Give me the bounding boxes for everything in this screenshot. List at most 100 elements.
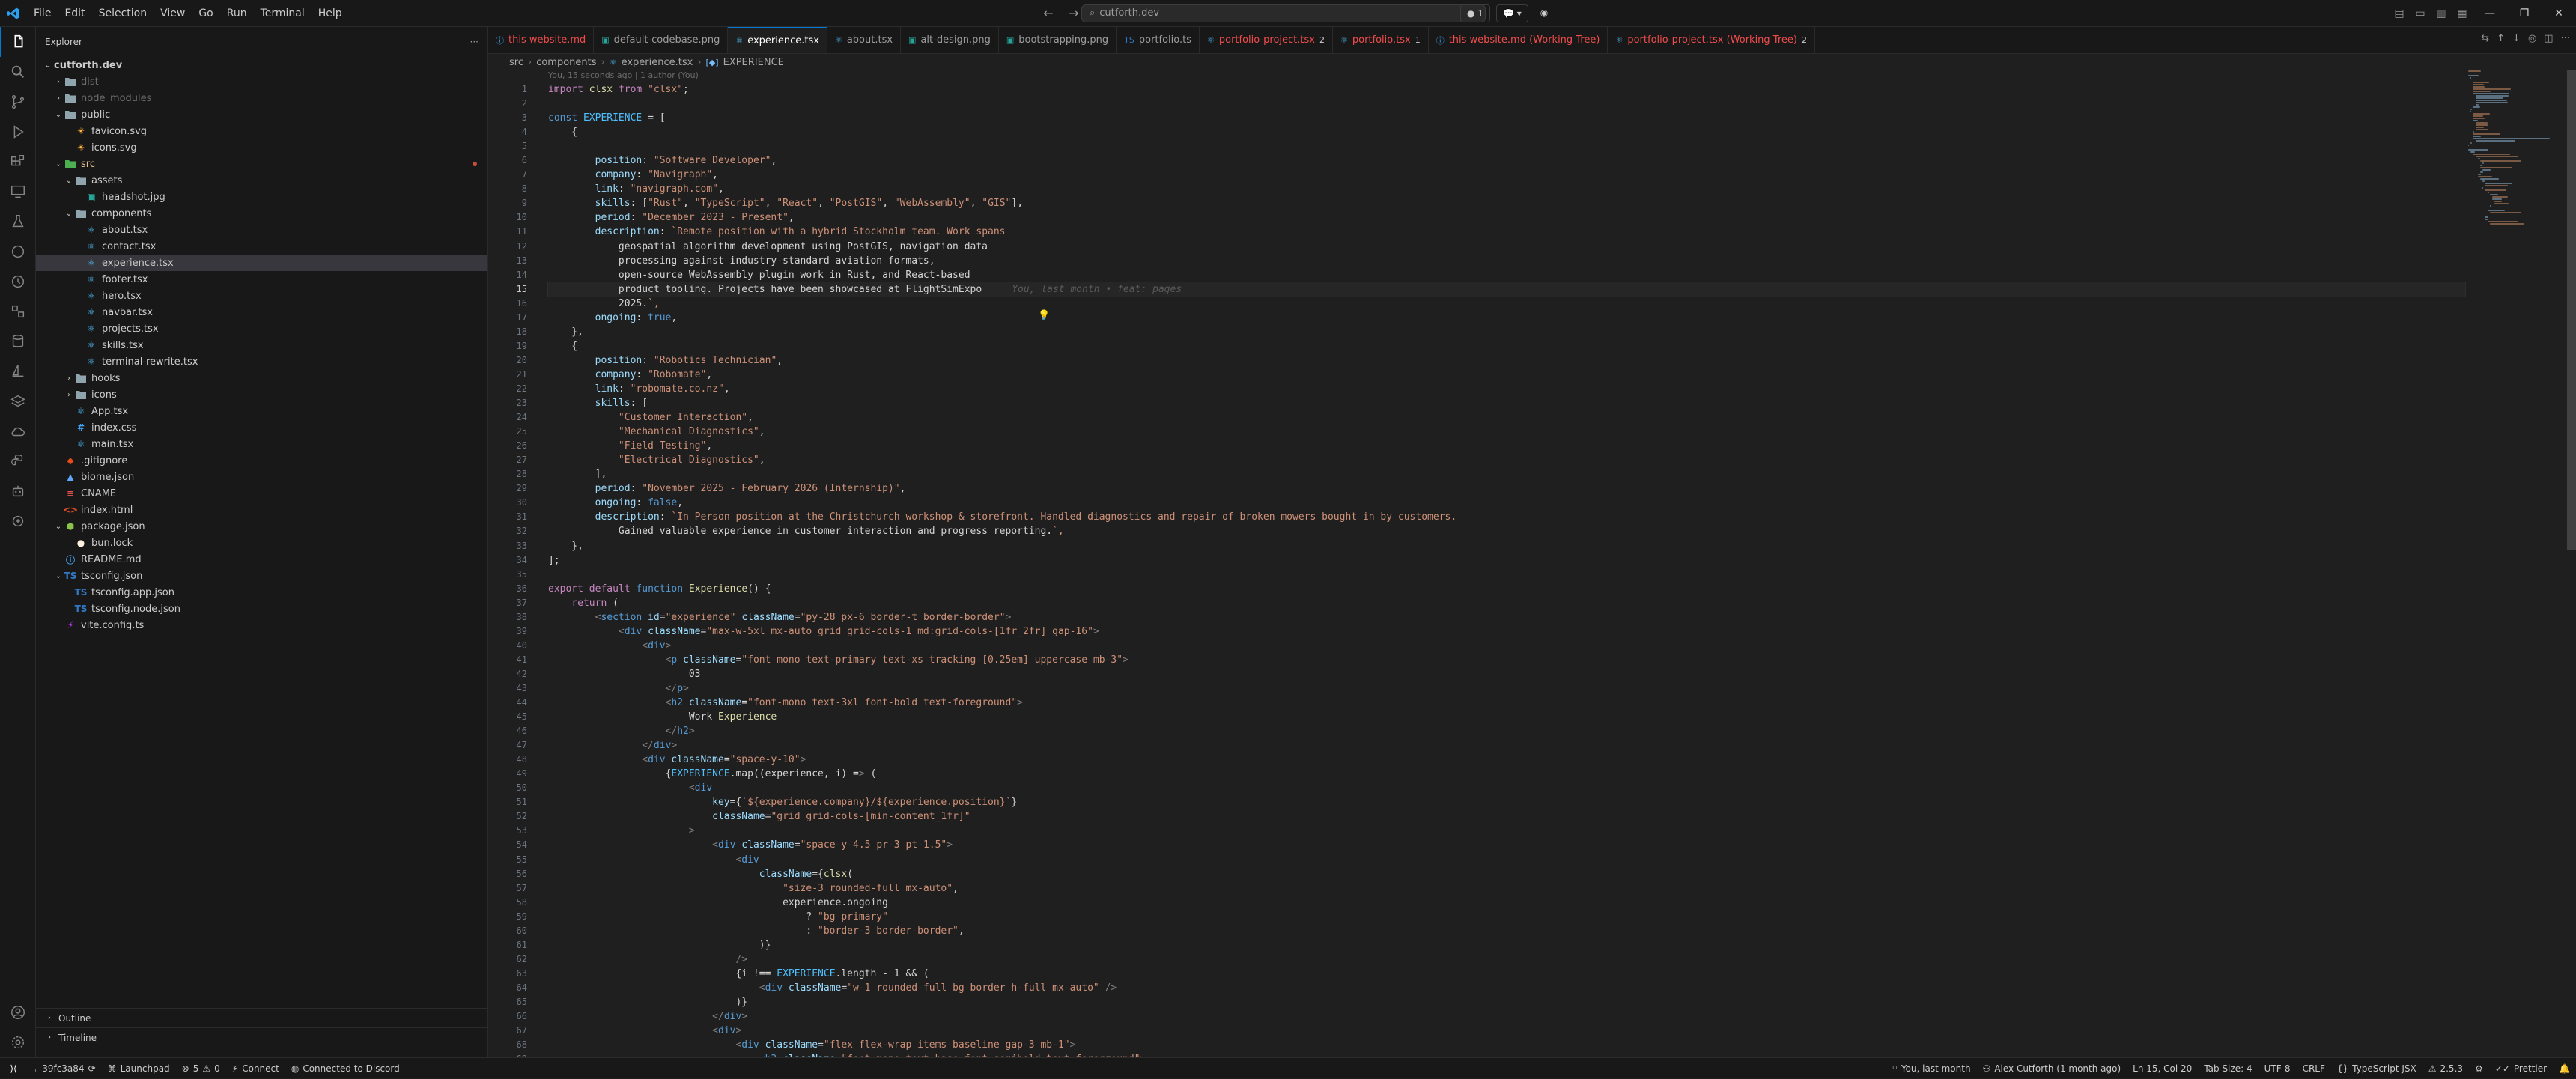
code-line[interactable]: <div className="w-1 rounded-full bg-bord… (548, 981, 2465, 995)
tree-item[interactable]: ⚛ navbar.tsx (36, 304, 487, 320)
tree-item[interactable]: ▣ headshot.jpg (36, 189, 487, 205)
more-actions-icon[interactable]: ··· (470, 37, 479, 47)
tree-item[interactable]: TS tsconfig.node.json (36, 601, 487, 617)
code-line[interactable]: Gained valuable experience in customer i… (548, 524, 2465, 538)
tab-alt-design-png[interactable]: ▣ alt-design.png (901, 27, 999, 53)
copilot-icon[interactable]: ◉ (1534, 4, 1554, 22)
end-of-line[interactable]: CRLF (2297, 1063, 2331, 1074)
code-line[interactable]: </h2> (548, 724, 2465, 738)
code-line[interactable]: processing against industry-standard avi… (548, 254, 2465, 268)
code-line[interactable]: {i !== EXPERIENCE.length - 1 && ( (548, 967, 2465, 981)
tree-item[interactable]: ☀ icons.svg (36, 139, 487, 156)
code-line[interactable]: description: `Remote position with a hyb… (548, 225, 2465, 239)
tree-item[interactable]: TS tsconfig.app.json (36, 584, 487, 601)
workspace-root[interactable]: ⌄ cutforth.dev (36, 57, 487, 73)
tree-item[interactable]: ⚛ skills.tsx (36, 337, 487, 353)
close-window-button[interactable]: ✕ (2542, 0, 2576, 27)
tree-item[interactable]: ⚛ contact.tsx (36, 238, 487, 255)
tree-item[interactable]: ☀ favicon.svg (36, 123, 487, 139)
go-forward-icon[interactable]: → (1065, 4, 1083, 22)
tree-item[interactable]: ⚛ experience.tsx (36, 255, 487, 271)
code-line[interactable]: )} (548, 938, 2465, 952)
tree-item[interactable]: ⌄ ⬢ package.json (36, 518, 487, 535)
scrollbar-thumb[interactable] (2567, 70, 2576, 550)
menu-file[interactable]: File (27, 3, 58, 24)
code-line[interactable]: 03 (548, 667, 2465, 681)
code-line[interactable]: period: "November 2025 - February 2026 (… (548, 481, 2465, 496)
notifications-bell-icon[interactable]: 🔔 (2553, 1063, 2576, 1074)
menu-edit[interactable]: Edit (58, 3, 91, 24)
layers-icon[interactable] (0, 386, 36, 416)
code-line[interactable] (548, 97, 2465, 111)
tree-item[interactable]: › hooks (36, 370, 487, 386)
cursor-position[interactable]: Ln 15, Col 20 (2127, 1063, 2198, 1074)
tree-item[interactable]: ● bun.lock (36, 535, 487, 551)
code-line[interactable]: open-source WebAssembly plugin work in R… (548, 268, 2465, 282)
code-line[interactable]: ? "bg-primary" (548, 910, 2465, 924)
split-editor-icon[interactable]: ◫ (2544, 33, 2553, 44)
connect-status[interactable]: ⚡ Connect (226, 1063, 285, 1074)
go-back-icon[interactable]: ← (1039, 4, 1057, 22)
code-line[interactable]: /> (548, 952, 2465, 967)
tab-portfolio-project-tsx-working-tree-[interactable]: ⚛ portfolio-project.tsx (Working Tree) 2 (1608, 27, 1815, 53)
breadcrumb-item[interactable]: src (509, 57, 523, 68)
code-line[interactable]: <div (548, 781, 2465, 795)
toggle-sidebar-icon[interactable]: ▤ (2389, 3, 2410, 24)
code-line[interactable]: link: "robomate.co.nz", (548, 382, 2465, 396)
code-line[interactable]: link: "navigraph.com", (548, 182, 2465, 196)
tree-item[interactable]: # index.css (36, 419, 487, 436)
code-line[interactable]: skills: ["Rust", "TypeScript", "React", … (548, 196, 2465, 210)
code-line[interactable]: > (548, 824, 2465, 838)
tab-default-codebase-png[interactable]: ▣ default-codebase.png (594, 27, 729, 53)
minimize-button[interactable]: — (2473, 0, 2507, 27)
github-icon[interactable] (0, 237, 36, 267)
minimap[interactable] (2468, 70, 2558, 370)
extensions-icon[interactable] (0, 147, 36, 177)
containers-icon[interactable] (0, 297, 36, 326)
tree-item[interactable]: › node_modules (36, 90, 487, 106)
sailboat-icon[interactable] (0, 356, 36, 386)
tree-item[interactable]: <> index.html (36, 502, 487, 518)
extension-panel-icon[interactable] (0, 506, 36, 536)
cloud-icon[interactable] (0, 416, 36, 446)
code-line[interactable]: "size-3 rounded-full mx-auto", (548, 881, 2465, 896)
author-status[interactable]: ⚇ Alex Cutforth (1 month ago) (1977, 1063, 2127, 1074)
code-line[interactable]: export default function Experience() { (548, 582, 2465, 596)
tree-item[interactable]: ⚛ about.tsx (36, 222, 487, 238)
code-line[interactable]: <div className="max-w-5xl mx-auto grid g… (548, 624, 2465, 639)
code-line[interactable]: description: `In Person position at the … (548, 510, 2465, 524)
manage-gear-icon[interactable] (0, 1027, 36, 1057)
code-line[interactable]: <section id="experience" className="py-2… (548, 610, 2465, 624)
code-line[interactable]: ongoing: false, (548, 496, 2465, 510)
extension-badge[interactable]: ● 1 (1460, 4, 1490, 22)
tree-item[interactable]: ⚛ hero.tsx (36, 288, 487, 304)
go-previous-change-icon[interactable]: ↑ (2497, 33, 2505, 44)
tree-item[interactable]: ⚛ projects.tsx (36, 320, 487, 337)
toggle-panel-icon[interactable]: ▭ (2410, 3, 2431, 24)
code-line[interactable]: "Electrical Diagnostics", (548, 453, 2465, 467)
code-line[interactable]: : "border-3 border-border", (548, 924, 2465, 938)
timeline-section[interactable]: › Timeline (36, 1027, 488, 1047)
code-line[interactable]: <h3 className="font-mono text-base font-… (548, 1052, 2465, 1057)
restore-button[interactable]: ❐ (2507, 0, 2542, 27)
tree-item[interactable]: ⌄ assets (36, 172, 487, 189)
tree-item[interactable]: ⚛ footer.tsx (36, 271, 487, 288)
code-line[interactable]: <p className="font-mono text-primary tex… (548, 653, 2465, 667)
code-line[interactable]: <div (548, 853, 2465, 867)
code-line[interactable]: )} (548, 995, 2465, 1009)
tab-experience-tsx[interactable]: ⚛ experience.tsx (728, 27, 827, 53)
code-line[interactable]: skills: [ (548, 396, 2465, 410)
code-line[interactable]: position: "Software Developer", (548, 154, 2465, 168)
tab-size[interactable]: Tab Size: 4 (2198, 1063, 2258, 1074)
chat-button[interactable]: 💬 ▾ (1495, 4, 1528, 22)
tree-item[interactable]: › icons (36, 386, 487, 403)
python-icon[interactable] (0, 446, 36, 476)
code-line[interactable]: </div> (548, 1009, 2465, 1024)
code-line[interactable]: Work Experience (548, 710, 2465, 724)
robot-icon[interactable] (0, 476, 36, 506)
tab-about-tsx[interactable]: ⚛ about.tsx (827, 27, 902, 53)
code-line[interactable]: product tooling. Projects have been show… (547, 281, 2466, 297)
vertical-scrollbar[interactable] (2566, 70, 2576, 1057)
tree-item[interactable]: ⌄ public (36, 106, 487, 123)
code-line[interactable]: 2025.`, (548, 297, 2465, 311)
